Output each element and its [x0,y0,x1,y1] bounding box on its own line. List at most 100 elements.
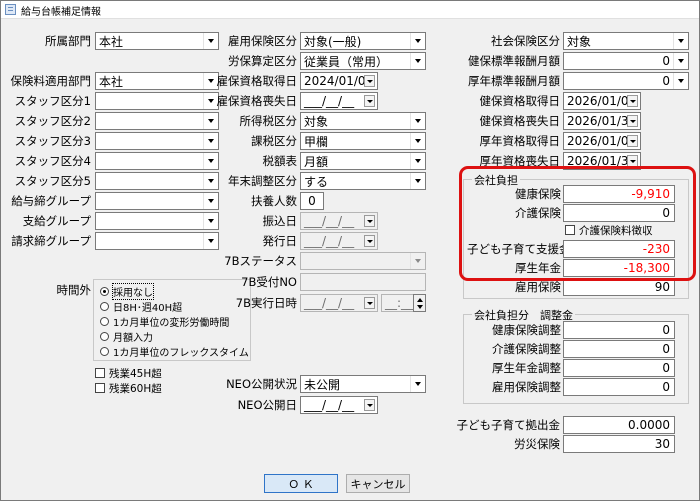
calendar-dropdown-icon [364,95,375,107]
kounen-shutoku-date[interactable]: 2026/01/01 [563,132,641,150]
kousei-chousei-input[interactable]: 0 [563,359,675,377]
radio-icon [100,301,109,311]
koyo-shutoku-value: 2024/01/01 [304,74,364,88]
status7b-select[interactable] [300,252,426,270]
koyo-shutoku-date[interactable]: 2024/01/01 [300,72,378,90]
neo-status-value: 未公開 [304,377,341,392]
neo-status-select[interactable]: 未公開 [300,375,426,393]
chevron-down-icon [410,53,425,69]
hakko-date[interactable]: ___/__/__ [300,232,378,250]
koyo-kubun-select[interactable]: 対象(一般) [300,32,426,50]
nenmatsu-select[interactable]: する [300,172,426,190]
spin-up-icon [417,298,423,302]
dialog-window: 給与台帳補足情報 所属部門 本社 保険料適用部門 本社 スタッフ区分1 スタッフ… [0,0,700,501]
shikyu-group-select[interactable] [95,212,219,230]
jikangai-radio-3[interactable]: 月額入力 [100,329,153,344]
jikangai-radio-1[interactable]: 日8H･週40H超 [100,299,183,314]
kenpo-hyojun-value: 0 [662,54,670,68]
zangyo60-checkbox[interactable]: 残業60H超 [95,381,162,395]
zeigaku-value: 月額 [304,154,329,169]
fuyo-label: 扶養人数 [251,194,297,208]
staff2-label: スタッフ区分2 [14,114,91,128]
shozoku-select[interactable]: 本社 [95,32,219,50]
radio-label: 月額入力 [113,332,153,344]
kaigo-chousei-label: 介護保険調整 [492,342,561,356]
furikomi-date[interactable]: ___/__/__ [300,212,378,230]
uketsuke7b-label: 7B受付NO [241,275,297,289]
checkbox-label: 残業60H超 [109,382,162,395]
calendar-dropdown-icon [364,399,375,411]
calendar-dropdown-icon [364,235,375,247]
staff1-label: スタッフ区分1 [14,94,91,108]
staff5-select[interactable] [95,172,219,190]
chevron-down-icon [410,376,425,392]
kenpo-hyojun-select[interactable]: 0 [563,52,689,70]
kounen-shutoku-label: 厚年資格取得日 [479,134,561,148]
staff2-select[interactable] [95,112,219,130]
koyo-kubun-value: 対象(一般) [304,34,362,49]
radio-label: 日8H･週40H超 [113,302,183,314]
chevron-down-icon [410,133,425,149]
chevron-down-icon [673,73,688,89]
shakai-value: 対象 [567,34,592,49]
zangyo45-checkbox[interactable]: 残業45H超 [95,366,162,380]
koyo-shutoku-label: 雇保資格取得日 [216,74,298,88]
checkbox-label: 残業45H超 [109,367,162,380]
furikomi-label: 振込日 [262,214,298,228]
uketsuke7b-input[interactable] [300,273,426,291]
date-placeholder: ___/__/__ [304,94,355,108]
rouho-select[interactable]: 従業員（常用） [300,52,426,70]
rousai-input[interactable]: 30 [563,435,675,453]
shakai-label: 社会保険区分 [491,34,560,48]
chevron-down-icon [673,33,688,49]
nenmatsu-value: する [304,174,329,189]
kodomo-kyoshutsu-input[interactable]: 0.0000 [563,416,675,434]
kounen-hyojun-select[interactable]: 0 [563,72,689,90]
kyuyo-group-select[interactable] [95,192,219,210]
kenko-chousei-input[interactable]: 0 [563,321,675,339]
nenmatsu-label: 年末調整区分 [228,174,297,188]
neo-date[interactable]: ___/__/__ [300,396,378,414]
seikyu-group-select[interactable] [95,232,219,250]
ok-button[interactable]: Ｏ Ｋ [264,474,338,493]
jikangai-radio-2[interactable]: 1カ月単位の変形労働時間 [100,314,229,329]
highlight-annotation [459,166,696,281]
kenpo-shutoku-date[interactable]: 2026/01/01 [563,92,641,110]
calendar-dropdown-icon [627,115,638,127]
staff5-label: スタッフ区分5 [14,174,91,188]
hokenryo-select[interactable]: 本社 [95,72,219,90]
zeigaku-select[interactable]: 月額 [300,152,426,170]
hokenryo-value: 本社 [99,74,124,89]
koyo-chousei-input[interactable]: 0 [563,378,675,396]
cancel-button[interactable]: キャンセル [346,474,410,493]
kazei-select[interactable]: 甲欄 [300,132,426,150]
kyuyo-group-label: 給与締グループ [11,194,91,208]
time-spinner[interactable] [413,294,426,312]
neo-date-label: NEO公開日 [237,398,297,412]
staff3-select[interactable] [95,132,219,150]
rousai-label: 労災保険 [514,437,560,451]
kaigo-chousei-input[interactable]: 0 [563,340,675,358]
kenpo-soshitsu-date[interactable]: 2026/01/31 [563,112,641,130]
jikangai-radio-4[interactable]: 1カ月単位のフレックスタイム [100,344,249,359]
kenpo-soshitsu-label: 健保資格喪失日 [479,114,561,128]
zeigaku-label: 税額表 [262,154,298,168]
shotokuzei-select[interactable]: 対象 [300,112,426,130]
calendar-dropdown-icon [364,215,375,227]
shikyu-group-label: 支給グループ [22,214,91,228]
koyo-chousei-label: 雇用保険調整 [492,380,561,394]
hakko-label: 発行日 [262,234,298,248]
jikko7b-date[interactable]: ___/__/__ [300,294,378,312]
jikangai-label: 時間外 [56,283,92,297]
staff1-select[interactable] [95,92,219,110]
fuyo-input[interactable]: 0 [300,192,324,210]
title-bar: 給与台帳補足情報 [1,1,699,19]
shotokuzei-label: 所得税区分 [239,114,298,128]
shotokuzei-value: 対象 [304,114,329,129]
jikko7b-label: 7B実行日時 [235,296,297,310]
jikangai-radio-0[interactable]: 採用なし [100,282,154,300]
koyo-soshitsu-date[interactable]: ___/__/__ [300,92,378,110]
shakai-select[interactable]: 対象 [563,32,689,50]
staff4-select[interactable] [95,152,219,170]
radio-icon [100,331,109,341]
